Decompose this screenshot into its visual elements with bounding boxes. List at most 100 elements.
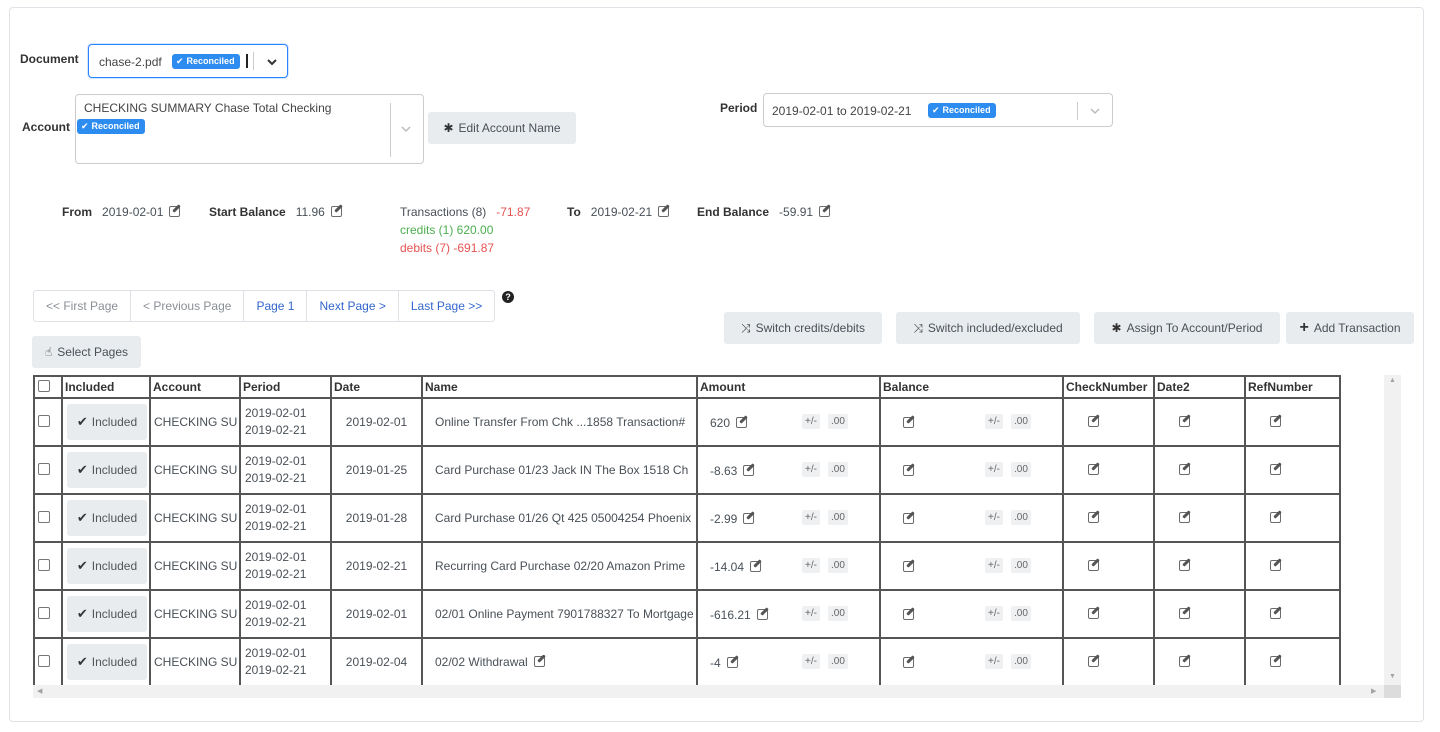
chevron-down-icon[interactable] bbox=[265, 55, 279, 69]
edit-icon[interactable] bbox=[1270, 464, 1281, 475]
previous-page-button[interactable]: < Previous Page bbox=[131, 291, 245, 321]
edit-icon[interactable] bbox=[1088, 656, 1099, 667]
horizontal-scrollbar[interactable]: ◀ ▶ bbox=[33, 685, 1384, 698]
scroll-left-icon[interactable]: ◀ bbox=[37, 687, 42, 695]
assign-account-period-button[interactable]: ✱ Assign To Account/Period bbox=[1094, 312, 1280, 344]
table-row[interactable]: ✔Included CHECKING SUMMARY Chase Total Ch… bbox=[33, 445, 1341, 495]
edit-icon[interactable] bbox=[903, 657, 914, 668]
period-select[interactable]: 2019-02-01 to 2019-02-21 ✔ Reconciled bbox=[763, 93, 1113, 127]
column-header-name[interactable]: Name bbox=[421, 375, 698, 399]
decimals-button[interactable]: .00 bbox=[1011, 510, 1031, 525]
column-header-balance[interactable]: Balance bbox=[879, 375, 1064, 399]
last-page-button[interactable]: Last Page >> bbox=[399, 291, 494, 321]
edit-icon[interactable] bbox=[903, 609, 914, 620]
account-select[interactable]: CHECKING SUMMARY Chase Total Checking ✔ R… bbox=[75, 94, 424, 164]
table-row[interactable]: ✔Included CHECKING SUMMARY Chase Total Ch… bbox=[33, 397, 1341, 447]
included-toggle-button[interactable]: ✔ Included bbox=[67, 548, 147, 584]
scroll-down-icon[interactable]: ▼ bbox=[1389, 673, 1396, 680]
edit-icon[interactable] bbox=[743, 513, 755, 524]
column-header-amount[interactable]: Amount bbox=[696, 375, 881, 399]
decimals-button[interactable]: .00 bbox=[828, 414, 848, 429]
included-toggle-button[interactable]: ✔ Included bbox=[67, 644, 147, 680]
edit-icon[interactable] bbox=[1179, 656, 1190, 667]
column-header-date[interactable]: Date bbox=[330, 375, 423, 399]
vertical-scrollbar[interactable]: ▲ ▼ bbox=[1384, 375, 1401, 685]
decimals-button[interactable]: .00 bbox=[828, 510, 848, 525]
chevron-down-icon[interactable] bbox=[1088, 104, 1102, 118]
row-checkbox[interactable] bbox=[38, 654, 50, 667]
sign-toggle-button[interactable]: +/- bbox=[802, 510, 820, 525]
decimals-button[interactable]: .00 bbox=[1011, 654, 1031, 669]
column-header-included[interactable]: Included bbox=[61, 375, 151, 399]
sign-toggle-button[interactable]: +/- bbox=[985, 654, 1003, 669]
select-all-checkbox[interactable] bbox=[38, 379, 50, 392]
next-page-button[interactable]: Next Page > bbox=[307, 291, 399, 321]
scroll-right-icon[interactable]: ▶ bbox=[1371, 687, 1376, 695]
edit-icon[interactable] bbox=[903, 513, 914, 524]
column-header-refnumber[interactable]: RefNumber bbox=[1244, 375, 1341, 399]
edit-icon[interactable] bbox=[1088, 608, 1099, 619]
select-pages-button[interactable]: ☝ Select Pages bbox=[32, 336, 141, 368]
table-row[interactable]: ✔Included CHECKING SUMMARY Chase Total Ch… bbox=[33, 637, 1341, 687]
decimals-button[interactable]: .00 bbox=[1011, 606, 1031, 621]
help-icon[interactable]: ? bbox=[502, 291, 514, 303]
edit-icon[interactable] bbox=[1088, 512, 1099, 523]
included-toggle-button[interactable]: ✔ Included bbox=[67, 452, 147, 488]
edit-icon[interactable] bbox=[903, 465, 914, 476]
document-select[interactable]: chase-2.pdf ✔ Reconciled bbox=[88, 44, 288, 78]
current-page-button[interactable]: Page 1 bbox=[244, 291, 308, 321]
column-header-checknumber[interactable]: CheckNumber bbox=[1062, 375, 1155, 399]
row-checkbox[interactable] bbox=[38, 558, 50, 571]
included-toggle-button[interactable]: ✔ Included bbox=[67, 500, 147, 536]
sign-toggle-button[interactable]: +/- bbox=[985, 462, 1003, 477]
edit-icon[interactable] bbox=[1179, 608, 1190, 619]
add-transaction-button[interactable]: + Add Transaction bbox=[1286, 312, 1414, 344]
sign-toggle-button[interactable]: +/- bbox=[985, 510, 1003, 525]
edit-icon[interactable] bbox=[169, 206, 181, 217]
edit-icon[interactable] bbox=[903, 417, 914, 428]
table-row[interactable]: ✔Included CHECKING SUMMARY Chase Total Ch… bbox=[33, 589, 1341, 639]
edit-icon[interactable] bbox=[1179, 416, 1190, 427]
edit-icon[interactable] bbox=[726, 657, 738, 668]
column-header-account[interactable]: Account bbox=[149, 375, 241, 399]
decimals-button[interactable]: .00 bbox=[1011, 414, 1031, 429]
edit-icon[interactable] bbox=[658, 206, 670, 217]
table-row[interactable]: ✔Included CHECKING SUMMARY Chase Total Ch… bbox=[33, 493, 1341, 543]
edit-account-name-button[interactable]: ✱ Edit Account Name bbox=[428, 112, 576, 144]
edit-icon[interactable] bbox=[903, 561, 914, 572]
decimals-button[interactable]: .00 bbox=[828, 654, 848, 669]
edit-icon[interactable] bbox=[736, 417, 748, 428]
edit-icon[interactable] bbox=[1088, 560, 1099, 571]
edit-icon[interactable] bbox=[819, 206, 831, 217]
included-toggle-button[interactable]: ✔ Included bbox=[67, 404, 147, 440]
chevron-down-icon[interactable] bbox=[399, 122, 413, 136]
edit-icon[interactable] bbox=[1270, 656, 1281, 667]
edit-icon[interactable] bbox=[1270, 416, 1281, 427]
edit-icon[interactable] bbox=[1270, 608, 1281, 619]
column-header-period[interactable]: Period bbox=[239, 375, 332, 399]
edit-icon[interactable] bbox=[743, 465, 755, 476]
scroll-up-icon[interactable]: ▲ bbox=[1389, 377, 1396, 384]
column-header-date2[interactable]: Date2 bbox=[1153, 375, 1246, 399]
row-checkbox[interactable] bbox=[38, 606, 50, 619]
table-row[interactable]: ✔Included CHECKING SUMMARY Chase Total Ch… bbox=[33, 541, 1341, 591]
edit-icon[interactable] bbox=[750, 561, 762, 572]
sign-toggle-button[interactable]: +/- bbox=[985, 558, 1003, 573]
decimals-button[interactable]: .00 bbox=[1011, 558, 1031, 573]
edit-icon[interactable] bbox=[1179, 560, 1190, 571]
decimals-button[interactable]: .00 bbox=[828, 462, 848, 477]
edit-icon[interactable] bbox=[756, 609, 768, 620]
edit-icon[interactable] bbox=[330, 206, 342, 217]
sign-toggle-button[interactable]: +/- bbox=[802, 558, 820, 573]
row-checkbox[interactable] bbox=[38, 414, 50, 427]
decimals-button[interactable]: .00 bbox=[828, 606, 848, 621]
edit-icon[interactable] bbox=[1179, 512, 1190, 523]
row-checkbox[interactable] bbox=[38, 462, 50, 475]
edit-icon[interactable] bbox=[1270, 560, 1281, 571]
edit-icon[interactable] bbox=[1179, 464, 1190, 475]
decimals-button[interactable]: .00 bbox=[1011, 462, 1031, 477]
sign-toggle-button[interactable]: +/- bbox=[985, 414, 1003, 429]
switch-included-excluded-button[interactable]: ⤨ Switch included/excluded bbox=[896, 312, 1080, 344]
first-page-button[interactable]: << First Page bbox=[34, 291, 132, 321]
edit-icon[interactable] bbox=[1088, 464, 1099, 475]
